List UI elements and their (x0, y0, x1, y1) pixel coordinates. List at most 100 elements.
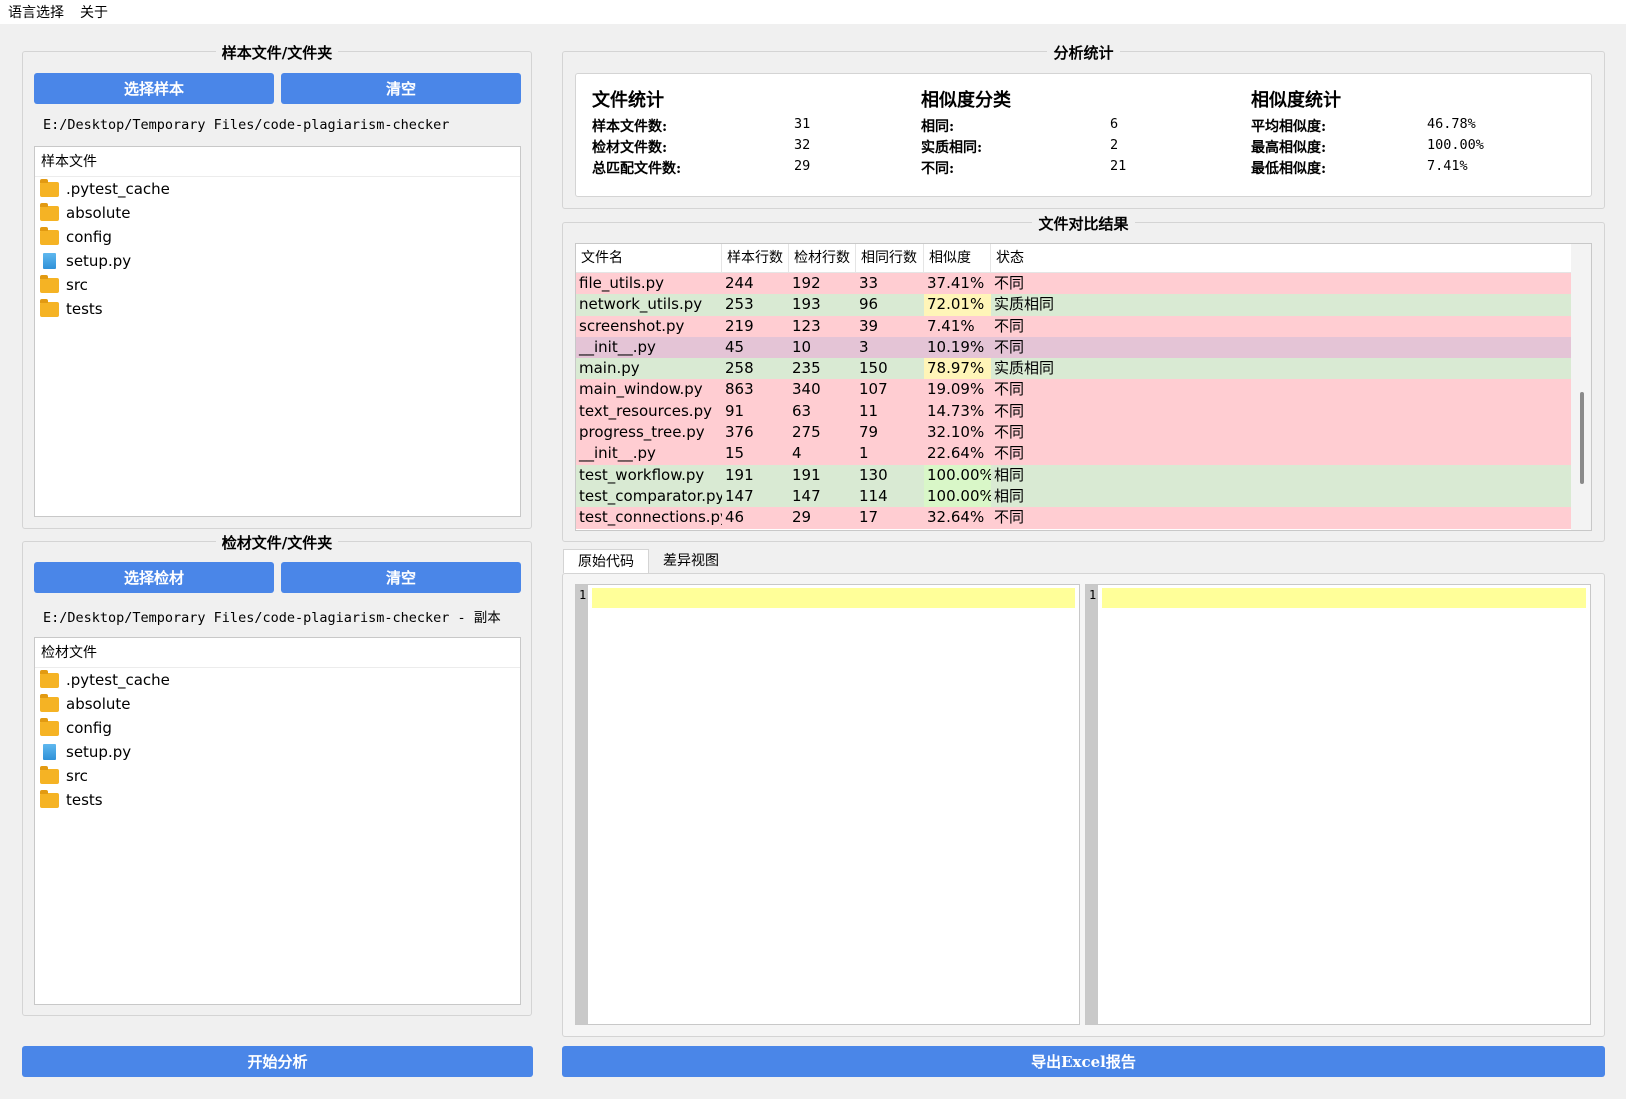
tree-item[interactable]: tests (35, 788, 520, 812)
cell-status: 不同 (994, 380, 1025, 399)
table-row[interactable]: test_workflow.py 191 191 130 100.00% 相同 (576, 464, 1591, 486)
tree-item[interactable]: setup.py (35, 249, 520, 273)
cell-same: 17 (859, 508, 879, 527)
table-row[interactable]: test_connections.py 46 29 17 32.64% 不同 (576, 507, 1591, 529)
tree-item-label: src (66, 276, 88, 294)
cell-target: 275 (792, 423, 821, 442)
target-group-title: 检材文件/文件夹 (215, 534, 339, 552)
tree-item[interactable]: absolute (35, 201, 520, 225)
cell-sample: 863 (725, 380, 754, 399)
stat-value: 6 (1110, 116, 1119, 132)
results-table-header: 文件名 样本行数 检材行数 相同行数 相似度 状态 (576, 244, 1591, 273)
table-row[interactable]: network_utils.py 253 193 96 72.01% 实质相同 (576, 294, 1591, 316)
right-current-line (1102, 588, 1586, 608)
table-row[interactable]: main.py 258 235 150 78.97% 实质相同 (576, 358, 1591, 380)
tree-item-label: config (66, 719, 112, 737)
cell-target: 235 (792, 359, 821, 378)
results-scroll-thumb[interactable] (1580, 392, 1584, 484)
cell-sim: 78.97% (924, 358, 991, 380)
right-code-editor[interactable]: 1 (1085, 584, 1591, 1025)
table-row[interactable]: test_comparator.py 147 147 114 100.00% 相同 (576, 485, 1591, 508)
cell-status: 不同 (994, 274, 1025, 292)
table-row[interactable]: text_resources.py 91 63 11 14.73% 不同 (576, 400, 1591, 423)
tab-original-code[interactable]: 原始代码 (563, 549, 649, 573)
cell-file: test_comparator.py (579, 486, 722, 505)
cell-sim: 100.00% (924, 464, 991, 486)
cell-target: 63 (792, 401, 812, 420)
export-excel-button[interactable]: 导出Excel报告 (562, 1046, 1605, 1077)
tree-item[interactable]: .pytest_cache (35, 668, 520, 692)
cell-status: 相同 (994, 465, 1025, 484)
tab-diff-view[interactable]: 差异视图 (649, 549, 733, 573)
column-header[interactable]: 检材行数 (789, 244, 856, 272)
target-tree-header[interactable]: 检材文件 (35, 638, 520, 668)
table-row[interactable]: progress_tree.py 376 275 79 32.10% 不同 (576, 422, 1591, 444)
cell-target: 29 (792, 508, 812, 527)
cell-file: __init__.py (579, 444, 656, 463)
target-file-tree[interactable]: 检材文件 .pytest_cache absolute config setup.py… (34, 637, 521, 1005)
select-target-button[interactable]: 选择检材 (34, 562, 274, 593)
select-sample-button[interactable]: 选择样本 (34, 73, 274, 104)
cell-file: progress_tree.py (579, 423, 705, 442)
stats-group-title: 分析统计 (1047, 44, 1120, 62)
cell-target: 340 (792, 380, 821, 399)
cell-same: 150 (859, 359, 888, 378)
cell-status: 不同 (994, 444, 1025, 463)
stat-value: 2 (1110, 137, 1119, 153)
target-path: E:/Desktop/Temporary Files/code-plagiari… (43, 610, 501, 626)
tree-item-label: tests (66, 791, 103, 809)
table-row[interactable]: main_window.py 863 340 107 19.09% 不同 (576, 379, 1591, 401)
start-analysis-button[interactable]: 开始分析 (22, 1046, 533, 1077)
cell-file: test_connections.py (579, 508, 722, 527)
cell-sim: 32.64% (927, 508, 985, 527)
similarity-categories: 相似度分类 相同: 6 实质相同: 2 不同: 21 (921, 86, 1241, 179)
folder-icon (40, 274, 59, 293)
table-row[interactable]: file_utils.py 244 192 33 37.41% 不同 (576, 273, 1591, 295)
left-code-editor[interactable]: 1 (575, 584, 1080, 1025)
sample-file-tree[interactable]: 样本文件 .pytest_cache absolute config setup.py… (34, 146, 521, 517)
tree-item[interactable]: src (35, 273, 520, 297)
column-header[interactable]: 样本行数 (722, 244, 789, 272)
tree-item-label: .pytest_cache (66, 180, 170, 198)
clear-target-button[interactable]: 清空 (281, 562, 521, 593)
cell-sim: 32.10% (927, 423, 985, 442)
menu-about[interactable]: 关于 (80, 2, 108, 22)
tree-item[interactable]: setup.py (35, 740, 520, 764)
folder-icon (40, 765, 59, 784)
stat-label: 检材文件数: (592, 140, 668, 156)
tree-item[interactable]: config (35, 225, 520, 249)
sample-tree-header[interactable]: 样本文件 (35, 147, 520, 177)
cell-status: 不同 (994, 337, 1025, 356)
cell-same: 11 (859, 401, 879, 420)
cell-sim: 19.09% (927, 380, 985, 399)
tree-item[interactable]: src (35, 764, 520, 788)
cell-file: network_utils.py (579, 295, 703, 314)
cell-sim: 10.19% (927, 337, 985, 356)
stat-label: 相同: (921, 119, 955, 135)
stat-label: 最高相似度: (1251, 140, 1327, 156)
tree-item[interactable]: .pytest_cache (35, 177, 520, 201)
table-row[interactable]: screenshot.py 219 123 39 7.41% 不同 (576, 315, 1591, 337)
column-header[interactable]: 相同行数 (856, 244, 924, 272)
cell-sim: 72.01% (924, 294, 991, 316)
tree-item[interactable]: absolute (35, 692, 520, 716)
tree-item[interactable]: config (35, 716, 520, 740)
folder-icon (40, 298, 59, 317)
results-table[interactable]: 文件名 样本行数 检材行数 相同行数 相似度 状态 file_utils.py 244 192… (575, 243, 1592, 531)
cell-sample: 219 (725, 316, 754, 335)
cell-sample: 147 (725, 486, 754, 505)
cell-target: 4 (792, 444, 802, 463)
cell-sim: 7.41% (927, 316, 975, 335)
results-scrollbar[interactable] (1571, 244, 1591, 530)
column-header[interactable]: 状态 (991, 244, 1591, 272)
table-row[interactable]: __init__.py 15 4 1 22.64% 不同 (576, 443, 1591, 465)
menu-language[interactable]: 语言选择 (8, 2, 64, 22)
column-header[interactable]: 相似度 (924, 244, 991, 272)
tree-item[interactable]: tests (35, 297, 520, 321)
column-header[interactable]: 文件名 (576, 244, 722, 272)
cell-same: 96 (859, 295, 879, 314)
clear-sample-button[interactable]: 清空 (281, 73, 521, 104)
cell-file: main.py (579, 359, 640, 378)
table-row[interactable]: __init__.py 45 10 3 10.19% 不同 (576, 336, 1591, 359)
cell-target: 192 (792, 274, 821, 292)
